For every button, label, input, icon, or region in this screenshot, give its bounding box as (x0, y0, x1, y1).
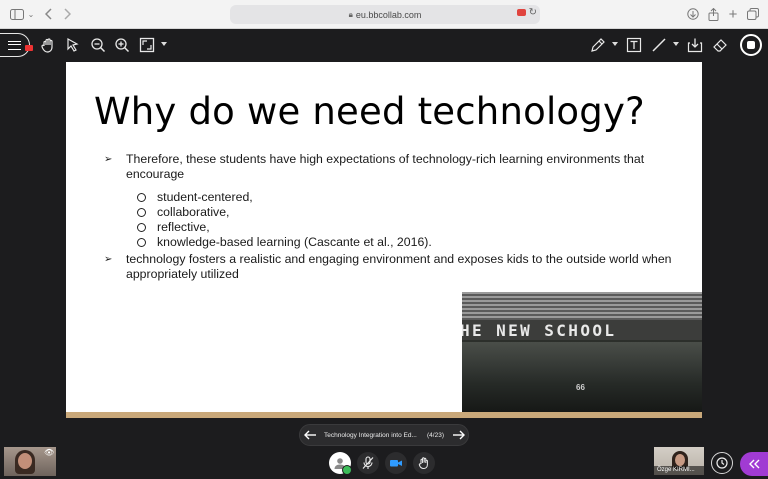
sub-bullet-text: reflective, (157, 220, 210, 234)
eraser-icon[interactable] (712, 37, 728, 53)
school-building-photo: HE NEW SCHOOL 66 (462, 292, 702, 412)
sidebar-icon[interactable] (8, 5, 26, 23)
slide-navigator: Technology Integration into Ed... (4/23) (299, 424, 469, 446)
sub-bullet-item: student-centered, (136, 190, 684, 205)
microphone-toggle-button[interactable] (357, 452, 379, 474)
clock-icon (716, 457, 728, 469)
pen-icon[interactable] (590, 37, 606, 53)
my-status-button[interactable] (329, 452, 352, 475)
download-icon[interactable] (686, 5, 700, 23)
share-icon[interactable] (706, 5, 720, 23)
participant-video-self[interactable]: 👁︎ (4, 447, 56, 476)
microphone-muted-icon (362, 456, 374, 469)
participant-face (18, 453, 32, 469)
sub-bullet-text: knowledge-based learning (Cascante et al… (157, 235, 432, 249)
stop-icon (747, 41, 755, 49)
photo-building-number: 66 (576, 383, 585, 392)
stop-sharing-button[interactable] (740, 34, 762, 56)
arrow-right-icon (452, 430, 465, 440)
eye-icon[interactable]: 👁︎ (44, 448, 54, 457)
sub-bullet-list: student-centered, collaborative, reflect… (104, 190, 684, 250)
sub-bullet-item: reflective, (136, 220, 684, 235)
tabs-overview-icon[interactable] (746, 5, 760, 23)
raise-hand-button[interactable] (413, 452, 435, 474)
sub-bullet-text: student-centered, (157, 190, 253, 204)
camera-toggle-button[interactable] (385, 452, 407, 474)
bullet-item: ➢ technology fosters a realistic and eng… (104, 252, 684, 282)
next-slide-button[interactable] (448, 425, 468, 445)
zoom-options-chevron-icon[interactable] (161, 42, 167, 46)
bullet-item: ➢ Therefore, these students have high ex… (104, 152, 684, 182)
fit-page-icon[interactable] (139, 37, 155, 53)
pointer-arrow-icon[interactable] (65, 37, 81, 53)
photo-sign-text: HE NEW SCHOOL (462, 321, 617, 340)
photo-roof (462, 292, 702, 320)
chevron-down-icon[interactable]: ⌄ (26, 5, 36, 23)
shape-options-chevron-icon[interactable] (673, 42, 679, 46)
zoom-in-icon[interactable] (114, 37, 130, 53)
presentation-title: Technology Integration into Ed... (324, 431, 417, 439)
bullet-arrow-icon: ➢ (104, 154, 113, 165)
arrow-left-icon (303, 430, 316, 440)
lock-icon: 🔒︎ (348, 9, 353, 19)
pan-hand-icon[interactable] (40, 37, 56, 53)
recording-indicator-icon (25, 45, 33, 51)
sub-bullet-text: collaborative, (157, 205, 230, 219)
new-tab-icon[interactable]: + (726, 5, 740, 23)
circle-bullet-icon (137, 238, 146, 247)
slide-title: Why do we need technology? (94, 90, 645, 133)
previous-slide-button[interactable] (300, 425, 320, 445)
back-icon[interactable] (42, 5, 56, 23)
bullet-text: Therefore, these students have high expe… (126, 152, 645, 181)
reload-icon[interactable]: ↻ (529, 7, 537, 18)
slide-bottom-stripe (66, 412, 702, 418)
hand-icon (418, 457, 428, 470)
participant-face (675, 454, 685, 466)
circle-bullet-icon (137, 223, 146, 232)
download-whiteboard-icon[interactable] (687, 37, 703, 53)
pen-options-chevron-icon[interactable] (612, 42, 618, 46)
participant-name: Özge KIRMI... (654, 466, 704, 475)
circle-bullet-icon (137, 193, 146, 202)
line-tool-icon[interactable] (651, 37, 667, 53)
slide-counter: (4/23) (427, 431, 444, 439)
url-text: eu.bbcollab.com (355, 9, 422, 20)
address-bar[interactable]: 🔒︎ eu.bbcollab.com ↻ (230, 5, 540, 24)
shared-slide: Why do we need technology? ➢ Therefore, … (66, 62, 702, 418)
participant-video-tile[interactable]: Özge KIRMI... (654, 447, 704, 475)
circle-bullet-icon (137, 208, 146, 217)
video-camera-icon (390, 460, 402, 467)
bullet-arrow-icon: ➢ (104, 254, 113, 265)
forward-icon[interactable] (60, 5, 74, 23)
open-collaborate-panel-button[interactable] (740, 452, 768, 476)
sub-bullet-item: knowledge-based learning (Cascante et al… (136, 235, 684, 250)
collaborate-toolbar (0, 29, 768, 61)
browser-toolbar: ⌄ 🔒︎ eu.bbcollab.com ↻ + (0, 0, 768, 29)
slide-bullets: ➢ Therefore, these students have high ex… (104, 152, 684, 282)
session-timer-button[interactable] (711, 452, 733, 474)
double-chevron-left-icon (749, 459, 760, 469)
zoom-out-icon[interactable] (90, 37, 106, 53)
text-tool-icon[interactable] (626, 37, 642, 53)
menu-icon (8, 40, 21, 50)
sub-bullet-item: collaborative, (136, 205, 684, 220)
status-check-icon (342, 465, 352, 475)
camera-recording-icon[interactable] (517, 9, 526, 16)
photo-facade (462, 342, 702, 412)
bullet-text: technology fosters a realistic and engag… (126, 252, 672, 281)
